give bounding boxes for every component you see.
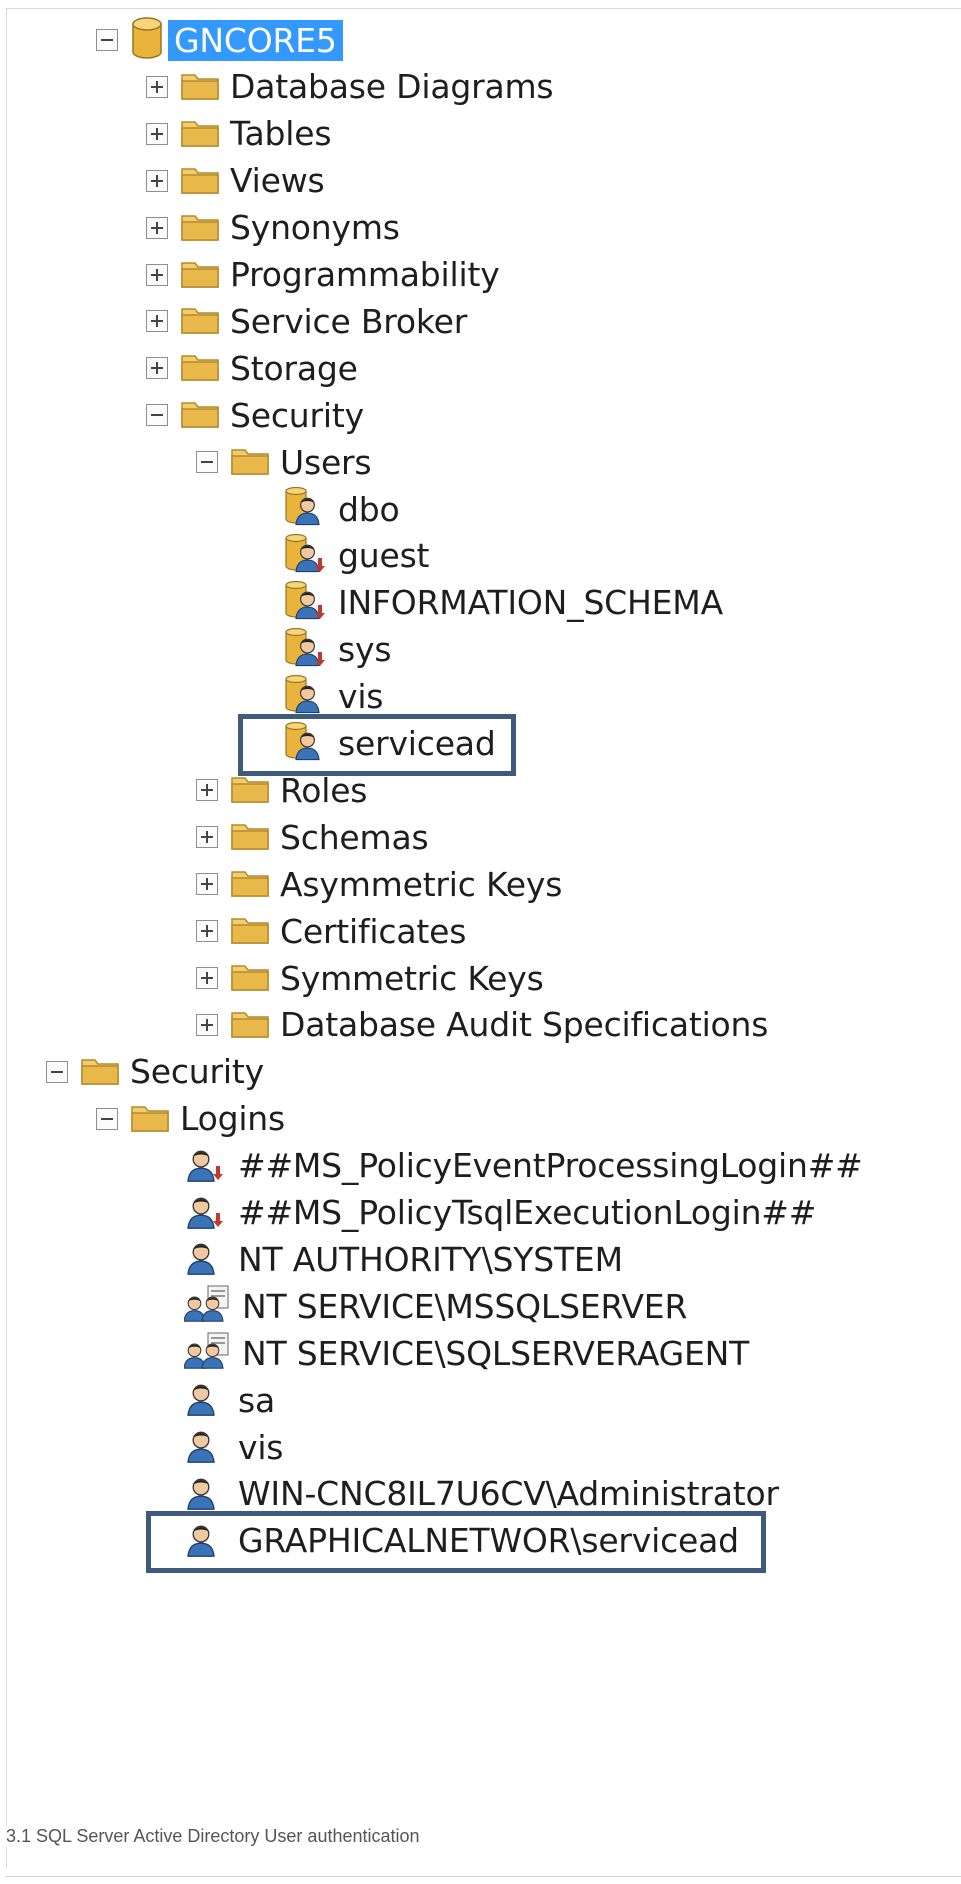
expand-toggle-icon[interactable] (196, 1013, 218, 1036)
tree-node-label: Synonyms (230, 208, 400, 248)
folder-icon (180, 116, 220, 152)
folder-icon (180, 163, 220, 199)
expand-toggle-icon[interactable] (146, 169, 168, 192)
group-login-icon (183, 1331, 232, 1375)
db-user-disabled-icon (284, 533, 328, 578)
group-login-icon (183, 1284, 232, 1328)
tree-node-label: vis (338, 677, 384, 717)
expand-toggle-icon[interactable] (196, 967, 218, 989)
expand-toggle-icon[interactable] (146, 75, 168, 98)
tree-node-label: sys (338, 630, 392, 670)
collapse-toggle-icon[interactable] (196, 451, 218, 474)
folder-icon (230, 960, 270, 996)
login-icon (184, 1237, 228, 1281)
login-icon (184, 1378, 228, 1422)
tree-node-label: Storage (230, 348, 358, 388)
folder-icon (230, 866, 270, 902)
tree-node-label: Asymmetric Keys (280, 864, 563, 904)
collapse-toggle-icon[interactable] (46, 1060, 68, 1083)
tree-node-label: Service Broker (230, 301, 468, 341)
db-user-disabled-icon (284, 580, 328, 625)
folder-icon (230, 772, 270, 808)
object-explorer-tree: GNCORE5 Database Diagrams Tables Views Synon… (0, 0, 961, 1884)
tree-node-label: dbo (338, 489, 400, 529)
expand-toggle-icon[interactable] (146, 310, 168, 333)
tree-node-label: Roles (280, 770, 368, 810)
folder-icon (180, 257, 220, 293)
db-user-disabled-icon (284, 627, 328, 672)
tree-node-label: Views (230, 161, 325, 201)
figure-caption: 3.1 SQL Server Active Directory User aut… (6, 1826, 420, 1847)
tree-node-label: ##MS_PolicyEventProcessingLogin## (238, 1146, 863, 1186)
folder-icon (180, 210, 220, 246)
tree-node-label: Symmetric Keys (280, 958, 544, 998)
login-disabled-icon (184, 1191, 228, 1235)
tree-node-label: Database Audit Specifications (280, 1005, 769, 1045)
tree-node-label: Certificates (280, 911, 467, 951)
highlight-box (146, 1510, 766, 1573)
tree-node-label: ##MS_PolicyTsqlExecutionLogin## (238, 1193, 817, 1232)
db-user-icon (284, 674, 328, 719)
expand-toggle-icon[interactable] (146, 122, 168, 145)
login-disabled-icon (184, 1144, 228, 1188)
tree-node-label: Programmability (230, 255, 500, 294)
highlight-box (238, 713, 516, 776)
bottom-rule (6, 1876, 961, 1877)
tree-node-label: Schemas (280, 817, 429, 857)
folder-icon (230, 1007, 270, 1043)
expand-toggle-icon[interactable] (196, 873, 218, 896)
tree-node-label: Users (280, 442, 372, 482)
tree-node-label: Security (130, 1052, 264, 1092)
folder-icon (130, 1101, 170, 1137)
folder-icon (230, 913, 270, 949)
folder-icon (80, 1054, 120, 1090)
tree-node-label: guest (338, 536, 430, 576)
tree-node-label: Security (230, 395, 364, 435)
folder-icon (180, 69, 220, 105)
tree-node-label: Tables (230, 114, 332, 154)
folder-icon (180, 397, 220, 433)
folder-icon (230, 444, 270, 480)
db-user-icon (284, 486, 328, 531)
database-icon (130, 16, 164, 64)
expand-toggle-icon[interactable] (196, 779, 218, 802)
tree-node-label: WIN-CNC8IL7U6CV\Administrator (238, 1474, 779, 1514)
login-icon (184, 1472, 228, 1516)
tree-node-label: INFORMATION_SCHEMA (338, 583, 723, 623)
folder-icon (230, 819, 270, 855)
expand-toggle-icon[interactable] (196, 826, 218, 849)
tree-node-label: GNCORE5 (168, 19, 343, 61)
tree-node-label: Logins (180, 1099, 286, 1139)
folder-icon (180, 350, 220, 386)
frame-top-border (6, 8, 961, 9)
collapse-toggle-icon[interactable] (96, 29, 118, 51)
folder-icon (180, 303, 220, 339)
tree-node-label: vis (238, 1427, 284, 1467)
tree-node-label: NT SERVICE\MSSQLSERVER (242, 1286, 688, 1326)
tree-node-label: NT SERVICE\SQLSERVERAGENT (242, 1333, 750, 1373)
expand-toggle-icon[interactable] (146, 357, 168, 380)
tree-node-database-audit-specifications[interactable]: Database Audit Specifications (196, 997, 768, 1053)
frame-left-border (6, 8, 7, 1868)
expand-toggle-icon[interactable] (196, 920, 218, 943)
tree-node-label: NT AUTHORITY\SYSTEM (238, 1239, 623, 1279)
collapse-toggle-icon[interactable] (146, 404, 168, 427)
tree-node-label: Database Diagrams (230, 67, 554, 107)
collapse-toggle-icon[interactable] (96, 1107, 118, 1130)
tree-node-label: sa (238, 1380, 276, 1420)
expand-toggle-icon[interactable] (146, 216, 168, 239)
expand-toggle-icon[interactable] (146, 263, 168, 286)
login-icon (184, 1425, 228, 1469)
